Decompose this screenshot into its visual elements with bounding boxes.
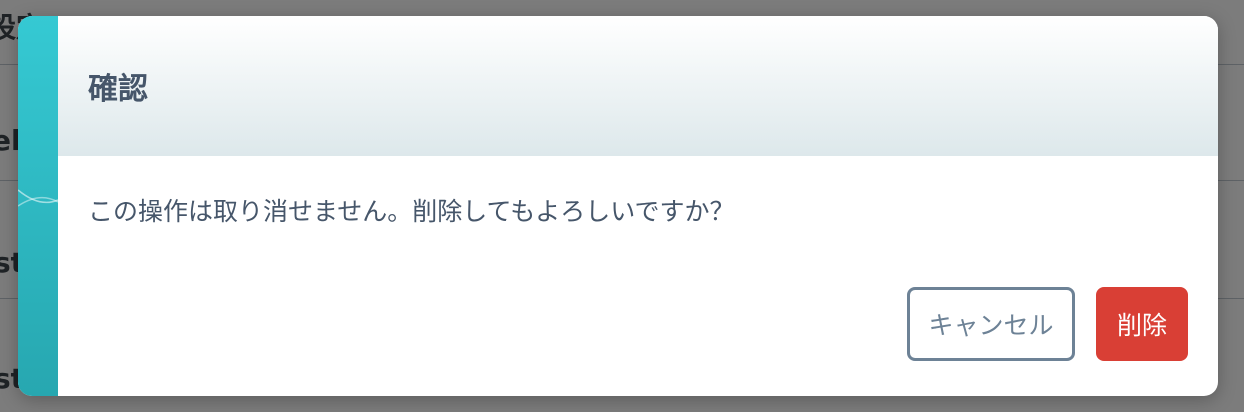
- dialog-accent-bar: [18, 16, 58, 396]
- confirm-dialog: 確認 この操作は取り消せません。削除してもよろしいですか？ キャンセル 削除: [18, 16, 1218, 396]
- delete-button[interactable]: 削除: [1096, 287, 1188, 361]
- dialog-header: 確認: [58, 16, 1218, 156]
- cancel-button[interactable]: キャンセル: [907, 287, 1075, 361]
- dialog-message: この操作は取り消せません。削除してもよろしいですか？: [88, 197, 735, 226]
- accent-wave-decoration: [18, 189, 58, 207]
- dialog-title: 確認: [88, 72, 148, 107]
